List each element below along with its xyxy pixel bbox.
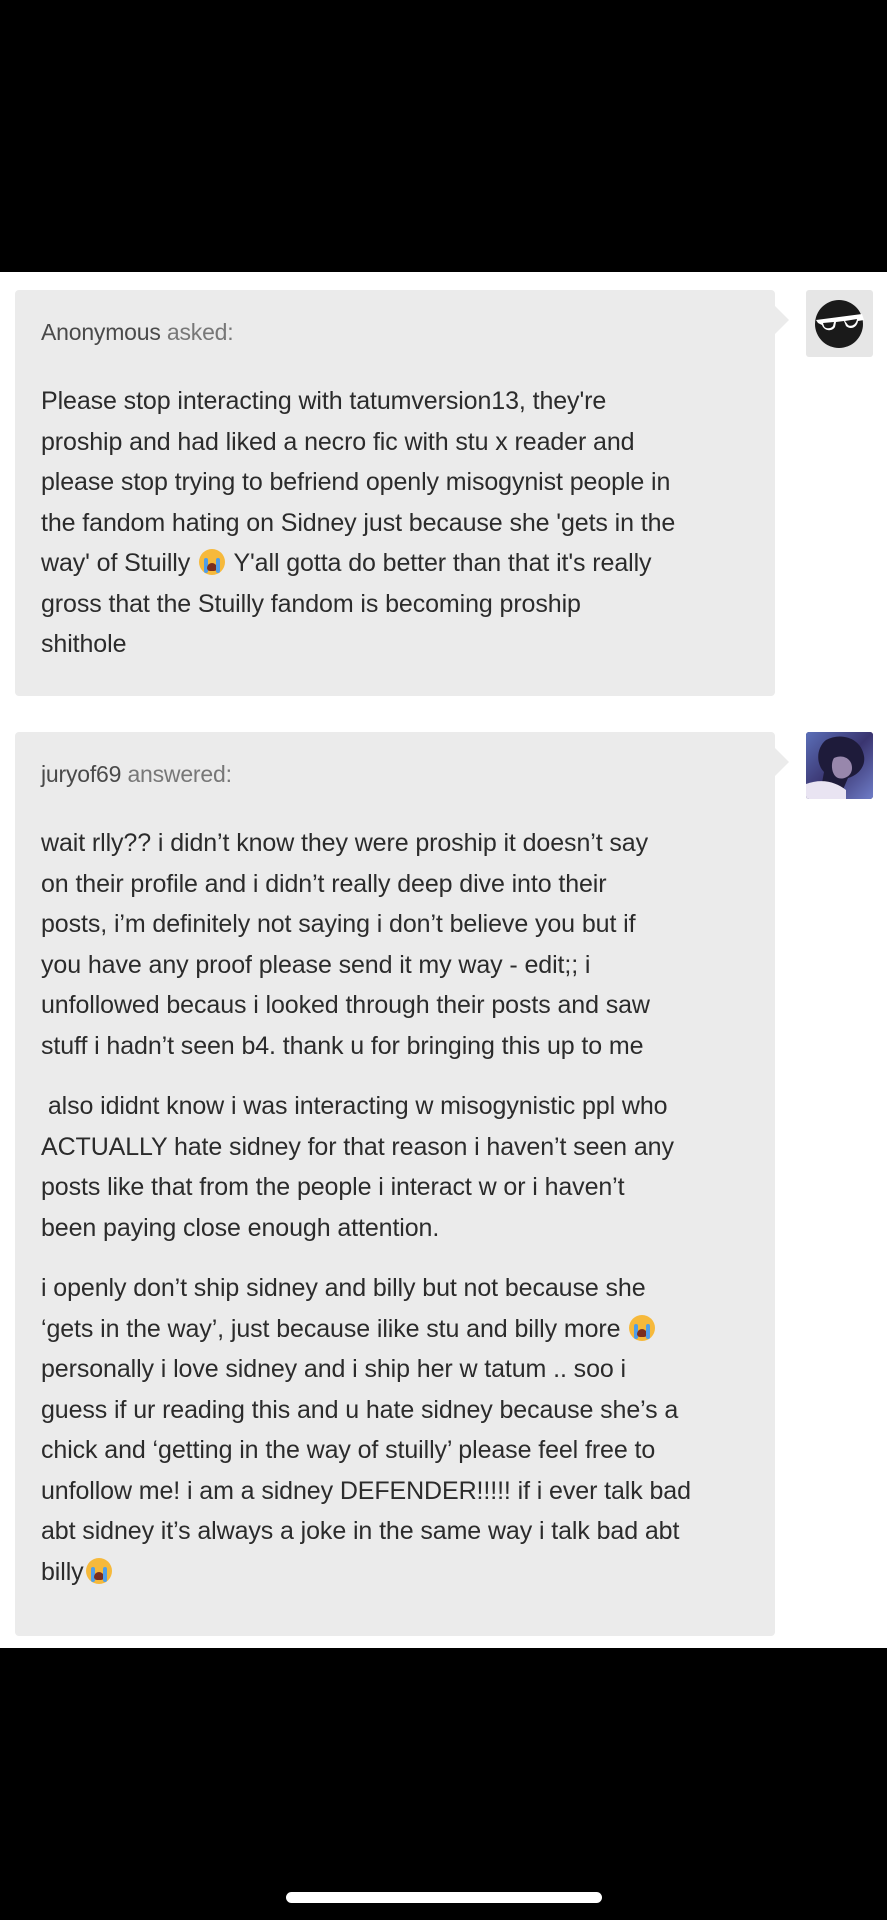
- loudly-crying-face-icon: [85, 1557, 112, 1584]
- ask-line: the fandom hating on Sidney just because…: [41, 508, 676, 537]
- ask-text: Please stop interacting with tatumversio…: [41, 381, 749, 665]
- answer-paragraph-3: i openly don’t ship sidney and billy but…: [41, 1268, 749, 1592]
- answer-line: on their profile and i didn’t really dee…: [41, 869, 607, 898]
- status-bar-area: [0, 0, 887, 272]
- answerer-avatar[interactable]: [806, 732, 873, 799]
- answer-bubble: juryof69 answered: wait rlly?? i didn’t …: [15, 732, 789, 1636]
- home-indicator[interactable]: [286, 1892, 602, 1903]
- answer-line: unfollow me! i am a sidney DEFENDER!!!!!…: [41, 1476, 691, 1505]
- answer-line: personally i love sidney and i ship her …: [41, 1355, 626, 1383]
- ask-line: gross that the Stuilly fandom is becomin…: [41, 589, 581, 618]
- ask-header: Anonymous asked:: [41, 316, 749, 348]
- sunglasses-icon: [815, 300, 864, 348]
- answer-paragraph-2: also ididnt know i was interacting w mis…: [41, 1086, 749, 1248]
- answer-line: ACTUALLY hate sidney for that reason i h…: [41, 1132, 674, 1161]
- answer-line: been paying close enough attention.: [41, 1213, 440, 1242]
- answer-line: i openly don’t ship sidney and billy but…: [41, 1274, 646, 1302]
- answer-paragraph-1: wait rlly?? i didn’t know they were pros…: [41, 823, 749, 1066]
- asker-name[interactable]: Anonymous: [41, 319, 161, 345]
- answer-line: you have any proof please send it my way…: [41, 950, 591, 979]
- answer-line: abt sidney it’s always a joke in the sam…: [41, 1517, 680, 1545]
- answer-line: ‘gets in the way’, just because ilike st…: [41, 1309, 749, 1350]
- answer-line: wait rlly?? i didn’t know they were pros…: [41, 829, 648, 857]
- ask-line: shithole: [41, 630, 127, 658]
- loudly-crying-face-icon: [629, 1314, 656, 1341]
- answerer-verb: answered:: [127, 761, 232, 787]
- answer-line: chick and ‘getting in the way of stuilly…: [41, 1436, 656, 1464]
- answer-line: also ididnt know i was interacting w mis…: [41, 1092, 668, 1120]
- answer-line: guess if ur reading this and u hate sidn…: [41, 1395, 679, 1424]
- answer-line: unfollowed becaus i looked through their…: [41, 991, 650, 1019]
- answerer-name[interactable]: juryof69: [41, 761, 121, 787]
- ask-line: Please stop interacting with tatumversio…: [41, 387, 607, 415]
- answer-line: posts, i’m definitely not saying i don’t…: [41, 910, 636, 938]
- ask-line: please stop trying to befriend openly mi…: [41, 468, 671, 496]
- ask-bubble: Anonymous asked: Please stop interacting…: [15, 290, 789, 696]
- loudly-crying-face-icon: [199, 549, 226, 575]
- answer-line: posts like that from the people i intera…: [41, 1173, 625, 1201]
- asker-verb: asked:: [166, 319, 234, 345]
- anonymous-avatar: [806, 290, 873, 357]
- ask-line: proship and had liked a necro fic with s…: [41, 427, 635, 456]
- ask-line: way' of Stuilly Y'all gotta do better th…: [41, 549, 652, 577]
- answer-line: stuff i hadn’t seen b4. thank u for brin…: [41, 1031, 644, 1060]
- answer-header: juryof69 answered:: [41, 758, 749, 790]
- answer-line: billy: [41, 1552, 749, 1593]
- user-photo: [806, 732, 873, 799]
- post-content: Anonymous asked: Please stop interacting…: [0, 272, 887, 1648]
